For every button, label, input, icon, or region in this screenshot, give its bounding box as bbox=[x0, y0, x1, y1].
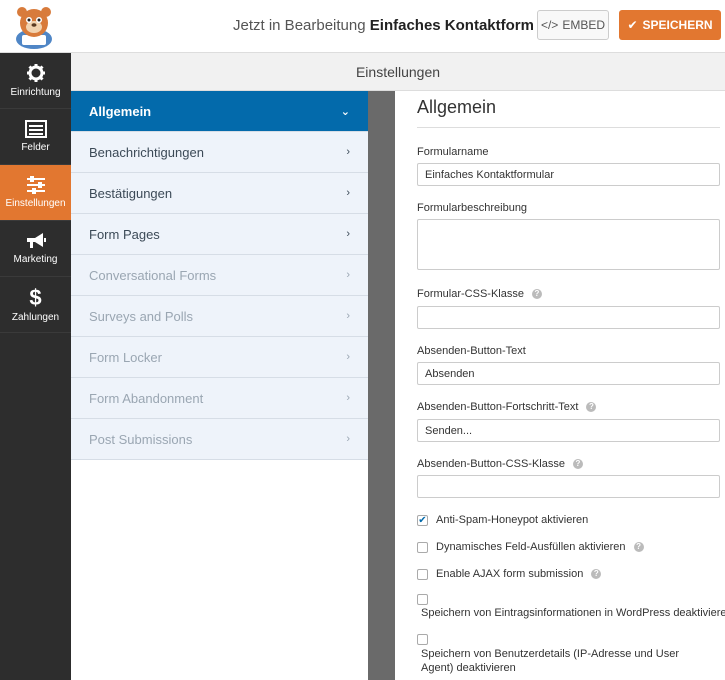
chevron-right-icon: › bbox=[346, 146, 350, 158]
submit-text-input[interactable]: Absenden bbox=[417, 362, 720, 385]
help-icon[interactable]: ? bbox=[586, 402, 597, 412]
checkmark-icon: ✔ bbox=[627, 18, 638, 32]
section-label: Conversational Forms bbox=[89, 267, 217, 283]
sidebar-item-label: Zahlungen bbox=[11, 311, 60, 323]
help-icon[interactable]: ? bbox=[531, 289, 542, 299]
section-general[interactable]: Allgemein ⌄ bbox=[71, 91, 368, 132]
general-heading: Allgemein bbox=[417, 91, 720, 128]
submit-progress-input[interactable]: Senden... bbox=[417, 419, 720, 442]
dollar-icon: $ bbox=[29, 284, 42, 310]
disable-user-details-label: Speichern von Benutzerdetails (IP-Adress… bbox=[421, 648, 680, 674]
label-text: Absenden-Button-Text bbox=[417, 345, 526, 357]
sidebar-item-fields[interactable]: Felder bbox=[0, 109, 71, 165]
submit-text-label: Absenden-Button-Text bbox=[417, 345, 526, 357]
help-icon[interactable]: ? bbox=[572, 459, 583, 469]
section-form-locker[interactable]: Form Locker › bbox=[71, 337, 368, 378]
section-confirmations[interactable]: Bestätigungen › bbox=[71, 173, 368, 214]
settings-sections: Allgemein ⌄ Benachrichtigungen › Bestätigu… bbox=[71, 91, 368, 680]
form-name-label: Formularname bbox=[417, 146, 489, 158]
sidebar-item-payments[interactable]: $ Zahlungen bbox=[0, 277, 71, 333]
section-label: Allgemein bbox=[89, 103, 152, 119]
panel-topbar: Einstellungen bbox=[71, 53, 725, 91]
sidebar-item-label: Marketing bbox=[13, 254, 58, 265]
chevron-right-icon: › bbox=[346, 228, 350, 240]
label-text: Formularbeschreibung bbox=[417, 202, 528, 214]
sidebar-item-marketing[interactable]: Marketing bbox=[0, 221, 71, 277]
fields-icon bbox=[24, 120, 47, 138]
label-text: Absenden-Button-CSS-Klasse bbox=[417, 458, 565, 470]
section-label: Post Submissions bbox=[89, 431, 193, 447]
gear-icon bbox=[26, 64, 45, 82]
section-label: Form Locker bbox=[89, 349, 162, 365]
section-surveys-polls[interactable]: Surveys and Polls › bbox=[71, 296, 368, 337]
section-conversational-forms[interactable]: Conversational Forms › bbox=[71, 255, 368, 296]
help-icon[interactable]: ? bbox=[633, 542, 644, 552]
embed-label: EMBED bbox=[562, 18, 606, 32]
ajax-option[interactable]: Enable AJAX form submission? bbox=[417, 568, 602, 580]
chevron-right-icon: › bbox=[346, 351, 350, 363]
save-button[interactable]: ✔ SPEICHERN bbox=[619, 10, 721, 40]
chevron-right-icon: › bbox=[346, 433, 350, 445]
code-icon: </> bbox=[540, 18, 559, 32]
chevron-right-icon: › bbox=[346, 269, 350, 281]
disable-entries-label: Speichern von Eintragsinformationen in W… bbox=[421, 607, 725, 619]
honeypot-checkbox[interactable]: ✔ bbox=[417, 514, 428, 526]
header: Jetzt in Bearbeitung Einfaches Kontaktfo… bbox=[0, 0, 725, 53]
megaphone-icon bbox=[26, 233, 46, 248]
form-name-input[interactable]: Einfaches Kontaktformular bbox=[417, 163, 720, 186]
sidebar-item-setup[interactable]: Einrichtung bbox=[0, 53, 71, 109]
label-text: Formular-CSS-Klasse bbox=[417, 288, 524, 300]
help-icon[interactable]: ? bbox=[591, 569, 602, 579]
panel-divider bbox=[368, 91, 395, 680]
form-description-textarea[interactable] bbox=[417, 219, 720, 270]
input-value: Senden... bbox=[425, 424, 473, 437]
submit-css-label: Absenden-Button-CSS-Klasse? bbox=[417, 458, 583, 470]
label-text: Formularname bbox=[417, 146, 489, 158]
header-title: Jetzt in Bearbeitung Einfaches Kontaktfo… bbox=[233, 17, 533, 34]
section-label: Benachrichtigungen bbox=[89, 144, 204, 160]
sidebar-item-label: Einrichtung bbox=[10, 87, 61, 98]
chevron-down-icon: ⌄ bbox=[340, 105, 350, 118]
submit-progress-label: Absenden-Button-Fortschritt-Text? bbox=[417, 401, 597, 413]
sidebar-item-label: Einstellungen bbox=[5, 198, 66, 209]
editing-prefix: Jetzt in Bearbeitung bbox=[233, 17, 366, 34]
chevron-right-icon: › bbox=[346, 187, 350, 199]
embed-button[interactable]: </> EMBED bbox=[537, 10, 609, 40]
label-text: Absenden-Button-Fortschritt-Text bbox=[417, 401, 579, 413]
disable-entries-checkbox[interactable] bbox=[417, 594, 428, 605]
section-post-submissions[interactable]: Post Submissions › bbox=[71, 419, 368, 460]
option-label: Enable AJAX form submission bbox=[436, 568, 584, 580]
dynamic-population-option[interactable]: Dynamisches Feld-Ausfüllen aktivieren? bbox=[417, 541, 644, 553]
option-label: Dynamisches Feld-Ausfüllen aktivieren bbox=[436, 541, 626, 553]
section-label: Form Abandonment bbox=[89, 390, 204, 406]
sidebar-item-settings[interactable]: Einstellungen bbox=[0, 165, 71, 221]
section-label: Bestätigungen bbox=[89, 185, 173, 201]
dynamic-population-checkbox[interactable] bbox=[417, 541, 428, 553]
submit-css-input[interactable] bbox=[417, 475, 720, 498]
section-label: Surveys and Polls bbox=[89, 308, 194, 324]
builder-sidebar: Einrichtung Felder Einstellungen Marketi… bbox=[0, 53, 71, 680]
general-settings-panel: Allgemein Formularname Einfaches Kontakt… bbox=[395, 91, 725, 680]
disable-user-details-checkbox[interactable] bbox=[417, 634, 428, 645]
section-notifications[interactable]: Benachrichtigungen › bbox=[71, 132, 368, 173]
input-value: Absenden bbox=[425, 367, 475, 380]
chevron-right-icon: › bbox=[346, 392, 350, 404]
wpforms-logo[interactable] bbox=[8, 5, 60, 49]
sidebar-item-label: Felder bbox=[21, 142, 50, 153]
honeypot-option[interactable]: ✔ Anti-Spam-Honeypot aktivieren bbox=[417, 514, 588, 526]
save-label: SPEICHERN bbox=[642, 18, 713, 32]
option-label: Anti-Spam-Honeypot aktivieren bbox=[436, 514, 589, 526]
ajax-checkbox[interactable] bbox=[417, 568, 428, 580]
sliders-icon bbox=[26, 176, 45, 194]
form-title: Einfaches Kontaktformular bbox=[369, 17, 533, 34]
panel-title: Einstellungen bbox=[355, 63, 441, 80]
section-form-pages[interactable]: Form Pages › bbox=[71, 214, 368, 255]
css-class-input[interactable] bbox=[417, 306, 720, 329]
input-value: Einfaches Kontaktformular bbox=[425, 168, 555, 181]
section-label: Form Pages bbox=[89, 226, 160, 242]
section-form-abandonment[interactable]: Form Abandonment › bbox=[71, 378, 368, 419]
chevron-right-icon: › bbox=[346, 310, 350, 322]
form-description-label: Formularbeschreibung bbox=[417, 202, 527, 214]
css-class-label: Formular-CSS-Klasse? bbox=[417, 288, 542, 300]
